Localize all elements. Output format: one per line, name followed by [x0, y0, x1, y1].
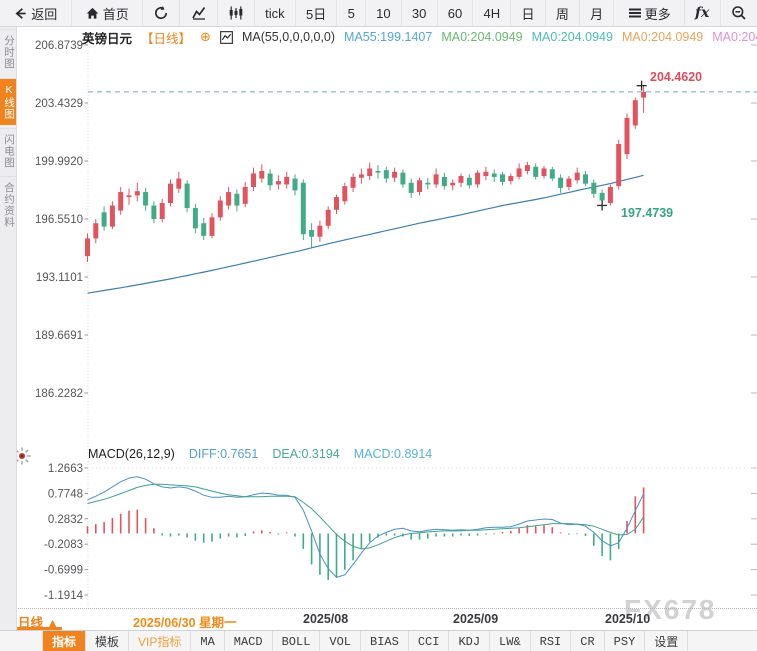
- macd-axis-label: 1.2663: [48, 463, 83, 475]
- mini-candle-icon: [220, 31, 233, 44]
- tab-bias[interactable]: BIAS: [361, 631, 409, 651]
- sidebar-tab-contract-info[interactable]: 合约资料: [0, 176, 16, 233]
- period-5day-button[interactable]: 5日: [296, 0, 338, 26]
- tab-cci[interactable]: CCI: [409, 631, 450, 651]
- macd-dea-value: DEA:0.3194: [272, 447, 339, 461]
- home-label: 首页: [103, 4, 129, 23]
- high-price-annotation: 204.4620: [650, 70, 702, 84]
- macd-axis-label: -0.6999: [44, 565, 83, 577]
- price-axis-label: 196.5510: [35, 214, 83, 226]
- price-axis-label: 199.9920: [35, 156, 83, 168]
- indicator-tab-bar: 指标 模板 VIP指标 MA MACD BOLL VOL BIAS CCI KD…: [0, 630, 757, 651]
- more-button[interactable]: 更多: [614, 0, 685, 26]
- macd-diff-line: [88, 477, 644, 578]
- menu-icon: [628, 6, 642, 20]
- price-axis-label: 193.1101: [36, 272, 83, 284]
- tab-indicator[interactable]: 指标: [43, 631, 86, 651]
- tab-boll[interactable]: BOLL: [273, 631, 321, 651]
- home-button[interactable]: 首页: [72, 0, 144, 26]
- price-pane-header: 英镑日元 【日线】 ⊕ MA(55,0,0,0,0,0) MA55:199.14…: [82, 29, 757, 45]
- add-indicator-icon[interactable]: ⊕: [200, 29, 211, 45]
- tab-template[interactable]: 模板: [86, 631, 129, 651]
- macd-pane-header: MACD(26,12,9) DIFF:0.7651 DEA:0.3194 MAC…: [88, 446, 748, 462]
- period-30min-button[interactable]: 30: [402, 0, 438, 26]
- macd-axis-label: -1.1914: [44, 590, 84, 602]
- ma-value-1: MA0:204.0949: [441, 30, 522, 44]
- zoom-out-button[interactable]: [721, 0, 757, 26]
- more-label: 更多: [645, 4, 671, 23]
- tab-psy[interactable]: PSY: [605, 631, 646, 651]
- zoom-out-icon: [731, 5, 747, 21]
- period-4h-button[interactable]: 4H: [473, 0, 511, 26]
- ma-value-2: MA0:204.0949: [532, 30, 613, 44]
- macd-value: MACD:0.8914: [354, 447, 433, 461]
- tab-settings[interactable]: 设置: [645, 631, 688, 651]
- period-60min-button[interactable]: 60: [438, 0, 474, 26]
- tab-ma[interactable]: MA: [191, 631, 224, 651]
- macd-axis-label: -0.2083: [44, 539, 83, 551]
- candle-chart-icon: [228, 5, 244, 21]
- macd-dea-line: [88, 484, 644, 549]
- macd-histogram: [87, 487, 645, 580]
- tab-cr[interactable]: CR: [571, 631, 604, 651]
- ma55-value: MA55:199.1407: [344, 30, 432, 44]
- tab-rsi[interactable]: RSI: [531, 631, 572, 651]
- price-axis-label: 203.4329: [35, 98, 83, 110]
- period-10min-button[interactable]: 10: [366, 0, 402, 26]
- symbol-title: 英镑日元: [82, 29, 132, 45]
- macd-axis-label: 0.7748: [48, 488, 83, 500]
- period-tick-button[interactable]: tick: [255, 0, 296, 26]
- sidebar-tab-time-chart[interactable]: 分时图: [0, 29, 16, 75]
- sidebar-tab-kline-chart[interactable]: K线图: [0, 78, 16, 125]
- candlestick-chart-canvas[interactable]: 206.8739 203.4329 199.9920 196.5510 193.1101…: [0, 0, 757, 651]
- back-label: 返回: [31, 4, 57, 23]
- back-arrow-icon: [13, 6, 28, 21]
- x-axis-label-sep: 2025/09: [453, 612, 498, 626]
- line-chart-button[interactable]: [180, 0, 217, 26]
- price-axis-label: 189.6691: [35, 330, 83, 342]
- back-button[interactable]: 返回: [0, 0, 72, 26]
- tab-kdj[interactable]: KDJ: [449, 631, 490, 651]
- macd-indicator-label: MACD(26,12,9): [88, 447, 175, 461]
- x-axis-label-aug: 2025/08: [303, 612, 348, 626]
- tab-vol[interactable]: VOL: [320, 631, 361, 651]
- home-icon: [85, 6, 100, 21]
- formula-button[interactable]: fx: [685, 0, 721, 26]
- fx-chart-app: 206.8739 203.4329 199.9920 196.5510 193.1101…: [0, 0, 757, 651]
- tab-macd[interactable]: MACD: [225, 631, 273, 651]
- period-day-button[interactable]: 日: [511, 0, 545, 26]
- tab-bar-spacer: [0, 631, 43, 651]
- tab-vip-indicator[interactable]: VIP指标: [129, 631, 191, 651]
- ma-value-4: MA0:204.0949: [712, 30, 757, 44]
- period-month-button[interactable]: 月: [580, 0, 614, 26]
- macd-diff-value: DIFF:0.7651: [189, 447, 258, 461]
- price-axis-label: 186.2282: [35, 388, 83, 400]
- x-axis-label-oct: 2025/10: [605, 612, 650, 626]
- candle-chart-button[interactable]: [218, 0, 255, 26]
- sidebar-tab-lightning-chart[interactable]: 闪电图: [0, 128, 16, 174]
- low-cross-marker: [597, 200, 607, 210]
- period-tag: 【日线】: [141, 29, 191, 45]
- macd-axis-label: 0.2832: [48, 514, 83, 526]
- price-axis-label: 206.8739: [35, 40, 83, 52]
- ma-value-3: MA0:204.0949: [622, 30, 703, 44]
- low-price-annotation: 197.4739: [621, 206, 673, 220]
- period-week-button[interactable]: 周: [546, 0, 580, 26]
- top-toolbar: 返回 首页 tick 5日 5 10 30 60 4H 日 周 月 更多 fx: [0, 0, 757, 27]
- chart-type-sidebar: 分时图 K线图 闪电图 合约资料: [0, 26, 17, 651]
- line-chart-icon: [191, 5, 207, 21]
- refresh-button[interactable]: [143, 0, 180, 26]
- ma-indicator-label: MA(55,0,0,0,0,0): [242, 30, 335, 44]
- selected-date-label: 2025/06/30 星期一: [133, 612, 237, 631]
- high-cross-marker: [637, 81, 647, 91]
- period-5min-button[interactable]: 5: [337, 0, 366, 26]
- tab-lwr[interactable]: LW&: [490, 631, 531, 651]
- refresh-icon: [153, 5, 169, 21]
